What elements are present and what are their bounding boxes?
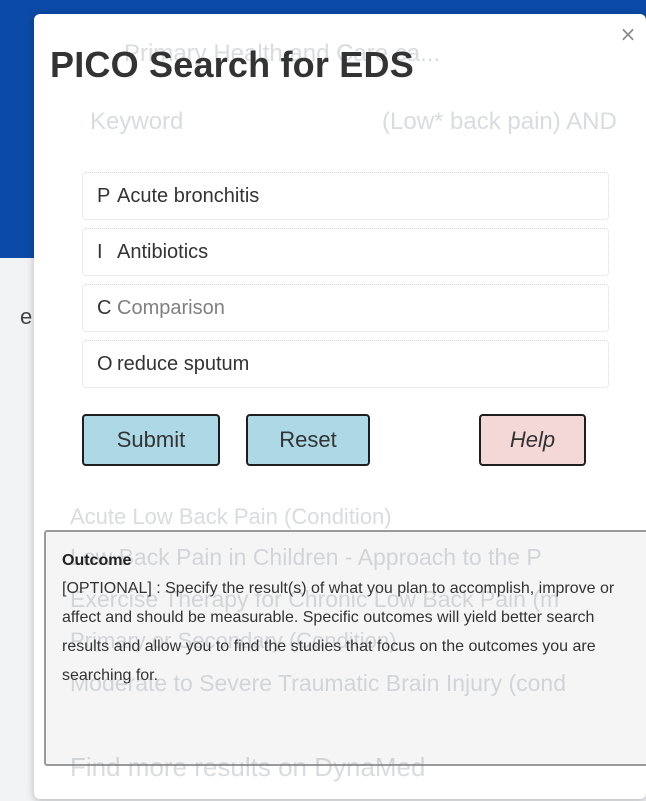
help-button[interactable]: Help [479,414,586,466]
pico-row-intervention: I [82,228,609,276]
outcome-help-title: Outcome [62,552,132,569]
submit-button[interactable]: Submit [82,414,220,466]
pico-row-comparison: C [82,284,609,332]
ghost-query-text: (Low* back pain) AND [382,108,617,135]
pico-row-population: P [82,172,609,220]
pico-search-modal: Primary Health and Care ca... Keyword (L… [34,14,646,799]
comparison-input[interactable] [117,288,608,328]
reset-button[interactable]: Reset [246,414,370,466]
page: e Primary Health and Care ca... Keyword … [0,0,646,801]
pico-row-outcome: O [82,340,609,388]
pico-letter-p: P [97,184,111,207]
pico-letter-o: O [97,352,113,375]
pico-letter-c: C [97,296,112,319]
background-edge-letter: e [20,304,33,329]
ghost-result-line-1: Acute Low Back Pain (Condition) [70,504,392,529]
outcome-help-panel: Low Back Pain in Children - Approach to … [44,530,646,766]
pico-letter-i: I [97,240,103,263]
outcome-help-text: [OPTIONAL] : Specify the result(s) of wh… [62,580,615,684]
close-button[interactable]: × [616,22,640,46]
population-input[interactable] [117,176,608,216]
ghost-keyword-text: Keyword [90,108,184,135]
outcome-input[interactable] [117,344,608,384]
intervention-input[interactable] [117,232,608,272]
modal-title: PICO Search for EDS [50,44,414,85]
